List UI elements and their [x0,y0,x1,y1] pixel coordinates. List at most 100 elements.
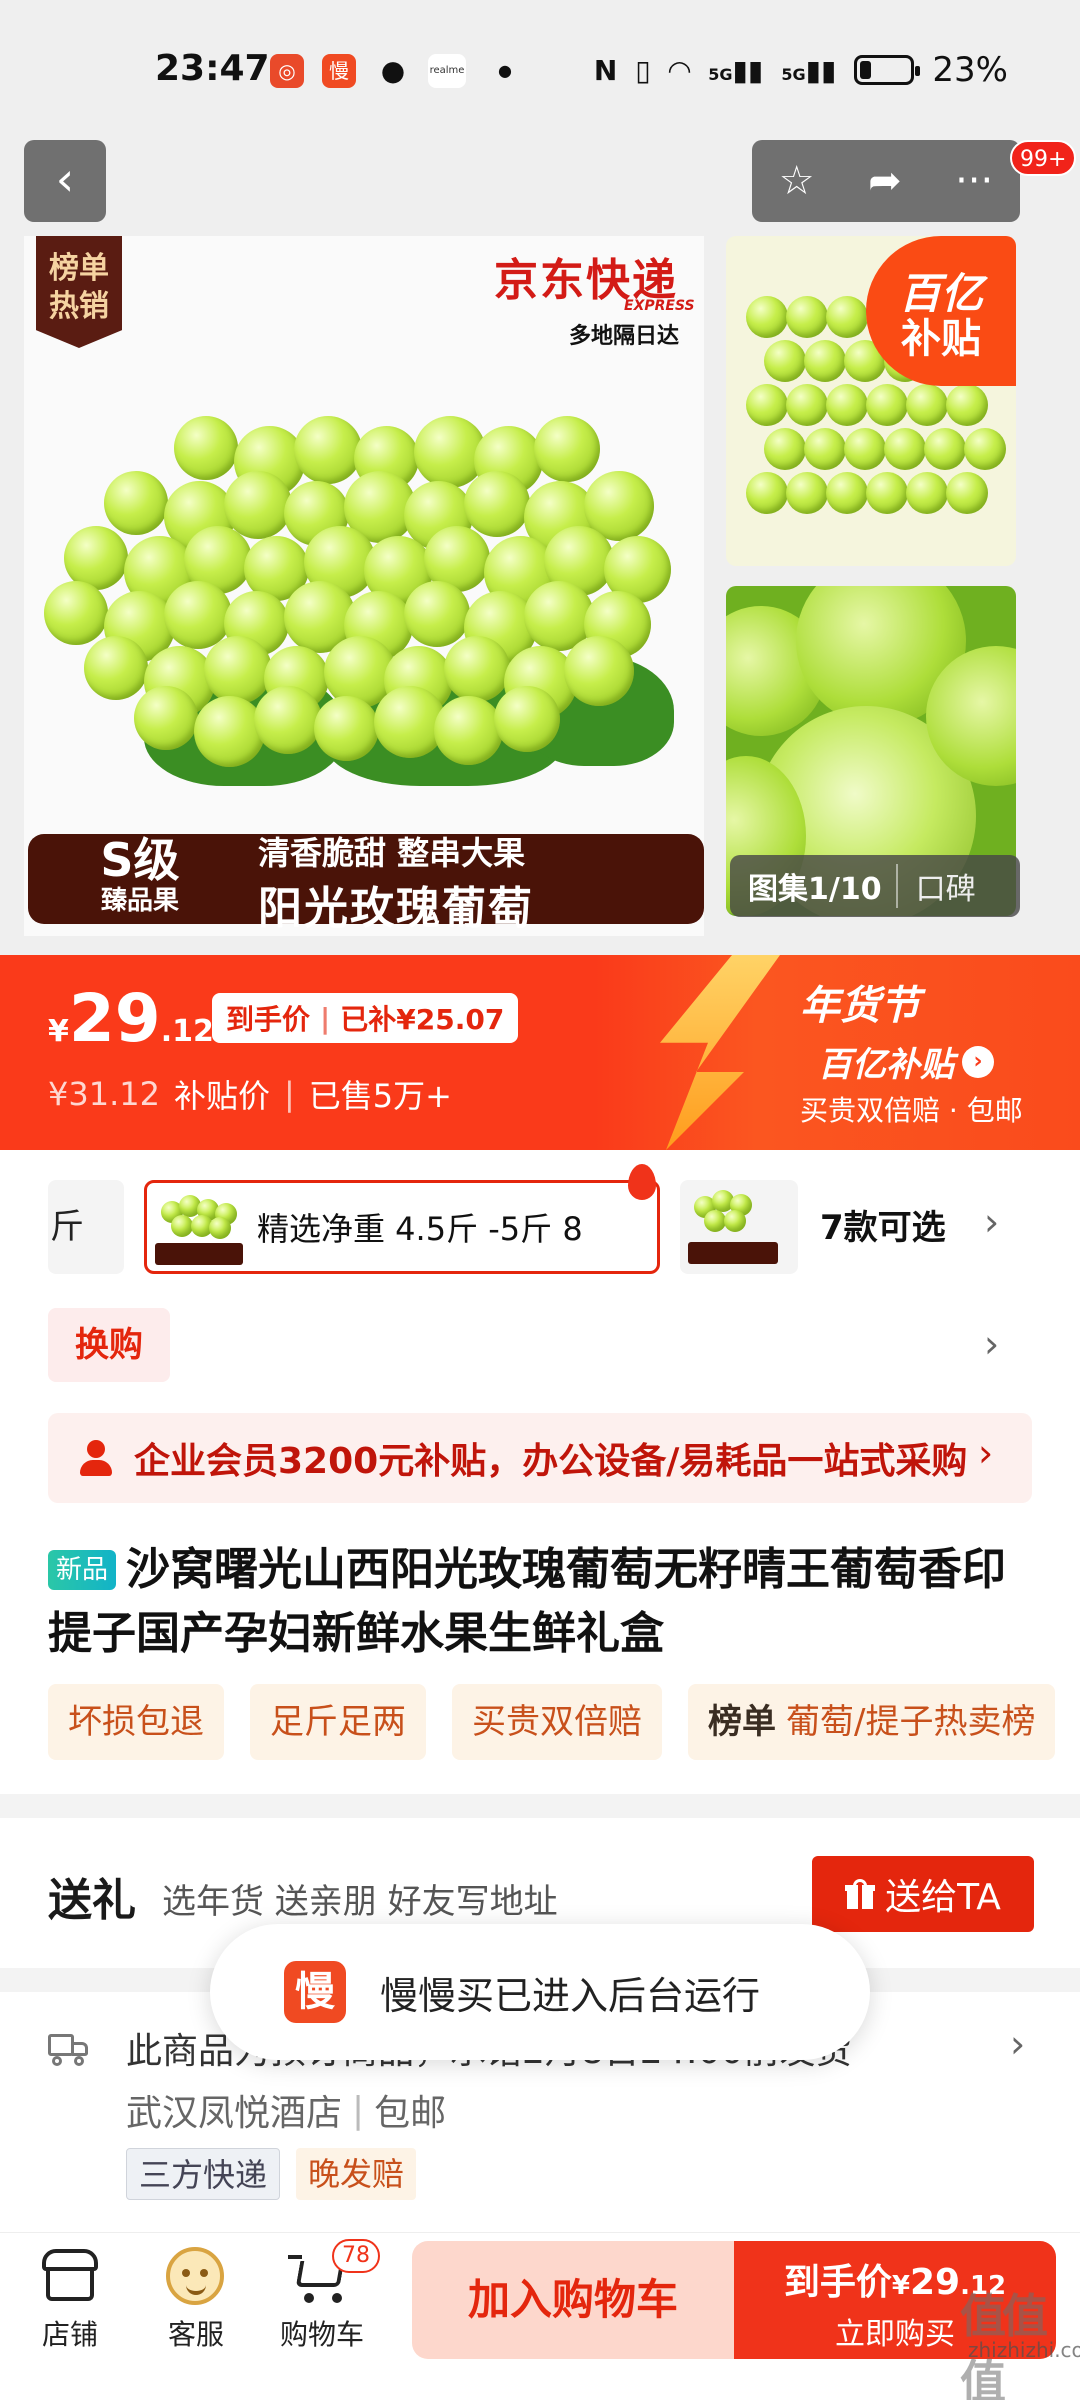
service-tag[interactable]: 足斤足两 [250,1684,426,1760]
grape-berry [826,296,868,338]
sku-option-next[interactable] [680,1180,798,1274]
sku-count-label[interactable]: 7款可选 [820,1200,946,1249]
send-gift-button[interactable]: 送给TA [812,1856,1034,1932]
chevron-right-icon[interactable]: › [984,1322,999,1366]
festival-label: 年货节 [800,983,920,1029]
sold-count: 已售5万+ [308,1077,452,1115]
truck-icon [48,2034,90,2068]
late-delivery-compensation-tag: 晚发赔 [296,2148,417,2200]
service-tag[interactable]: 买贵双倍赔 [452,1684,662,1760]
billion-subsidy-logo: 百亿 补贴 [866,236,1016,386]
promo-guarantee: 买贵双倍赔 · 包邮 [800,1094,1023,1127]
grape-berry [804,428,846,470]
grape-berry [464,471,530,537]
grape-berry [746,384,788,426]
price-banner: ¥29.12 到手价 | 已补¥25.07 ¥31.12 补贴价 | 已售5万+ 年… [0,955,1080,1150]
sku-selector[interactable]: 斤 精选净重 4.5斤 -5斤 8 7款可选 › [0,1164,1080,1280]
final-price-tag: 到手价 | 已补¥25.07 [212,993,519,1043]
sku-option-selected[interactable]: 精选净重 4.5斤 -5斤 8 [144,1180,660,1274]
wechat-icon: ● [376,54,410,88]
chevron-right-icon[interactable]: › [984,1200,999,1244]
background-toast: 慢 慢慢买已进入后台运行 [210,1924,870,2060]
jd-express-sub: 多地隔日达 [569,324,680,349]
subsidy-price-label: 补贴价 [173,1077,270,1115]
add-to-cart-button[interactable]: 加入购物车 [412,2241,734,2359]
grape-berry [224,471,292,539]
slow-buy-app-icon: 慢 [322,54,356,88]
product-banner: S级 臻品果 清香脆甜 整串大果 阳光玫瑰葡萄 [28,834,704,934]
third-party-express-tag: 三方快递 [126,2148,281,2200]
shipping-origin: 武汉凤悦酒店 | 包邮 [126,2084,446,2136]
signal-icon-2: 5G▮▮ [781,53,837,87]
chevron-right-icon[interactable]: › [1010,2022,1025,2066]
grape-berry [44,581,108,645]
grape-berry [946,472,988,514]
message-badge: 99+ [1010,140,1077,176]
jd-express-en: EXPRESS [624,298,695,314]
sku-thumbnail [149,1185,249,1269]
grape-berry [866,472,908,514]
dot-icon: ● [498,61,512,80]
section-divider [0,1794,1080,1818]
share-button[interactable]: ➦ [868,158,902,204]
exchange-button[interactable]: 换购 [48,1308,170,1382]
toast-message: 慢慢买已进入后台运行 [380,1973,761,2018]
ship-from-store: 武汉凤悦酒店 [126,2093,343,2134]
exchange-row[interactable]: 换购 › [0,1308,1080,1388]
watermark-text: zhizhizhi.com [968,2338,1080,2362]
price-info-line: ¥31.12 补贴价 | 已售5万+ [48,1071,452,1117]
banner-product-name: 阳光玫瑰葡萄 [258,883,534,934]
side-image-1[interactable]: 百亿 补贴 [726,236,1016,566]
gift-icon [845,1879,876,1909]
grape-berry [294,416,362,484]
grape-berry [564,636,634,706]
service-tag[interactable]: 坏损包退 [48,1684,224,1760]
grape-berry [444,636,510,702]
signal-icon: 5G▮▮ [708,53,764,87]
chevron-right-circle-icon: › [962,1045,994,1078]
enterprise-member-banner[interactable]: 企业会员3200元补贴，办公设备/易耗品一站式采购 › [48,1413,1032,1503]
favorite-button[interactable]: ☆ [779,158,815,204]
customer-service-icon [166,2247,224,2305]
gallery-counter[interactable]: 图集1/10 口碑 [730,855,1020,917]
grape-berry [906,472,948,514]
grape-berry [434,696,503,765]
grape-berry [746,472,788,514]
grape-berry [804,340,846,382]
cart-count-badge: 78 [332,2239,380,2273]
grape-berry [746,296,788,338]
grape-berry [826,472,868,514]
more-button[interactable]: ··· [955,158,993,204]
vibrate-icon: ▯ [635,53,651,87]
chevron-right-icon: › [978,1431,994,1475]
subsidy-promo-link[interactable]: 百亿补贴 › [818,1037,994,1086]
grape-berry [866,384,908,426]
grape-berry [884,428,926,470]
product-gallery[interactable]: 榜单热销 京东快递 EXPRESS 多地隔日达 S级 臻品果 清香脆甜 整串大果… [0,140,1080,955]
user-icon [74,1436,118,1480]
sku-option-prev[interactable]: 斤 [48,1180,124,1274]
grape-berry [534,416,600,482]
store-icon [42,2249,98,2303]
status-indicators: N ▯ ◠ 5G▮▮ 5G▮▮ 23% [594,50,1008,90]
ranking-tag[interactable]: 榜单 葡萄/提子热卖榜 [688,1684,1056,1760]
reviews-tab[interactable]: 口碑 [898,864,976,908]
grape-berry [314,696,379,761]
main-product-image[interactable]: 榜单热销 京东快递 EXPRESS 多地隔日达 S级 臻品果 清香脆甜 整串大果… [24,236,704,936]
new-product-tag: 新品 [48,1550,117,1590]
lightning-decoration [660,955,780,1150]
rank-hot-tag: 榜单热销 [36,236,122,348]
bottom-action-bar: 店铺 客服 78 购物车 加入购物车 到手价¥29.12 立即购买 [0,2232,1080,2400]
customer-service-button[interactable]: 客服 [146,2243,246,2353]
nfc-icon: N [593,53,618,87]
store-button[interactable]: 店铺 [20,2243,120,2353]
battery-percent: 23% [932,50,1008,90]
star-icon: ☆ [778,158,815,204]
service-tags[interactable]: 坏损包退 足斤足两 买贵双倍赔 榜单 葡萄/提子热卖榜 [48,1684,1056,1760]
back-button[interactable]: ‹ [24,140,106,222]
gift-subtitle: 选年货 送亲朋 好友写地址 [162,1882,558,1922]
cart-button[interactable]: 78 购物车 [272,2239,380,2353]
header-actions: ☆ ➦ ··· [752,140,1020,222]
grape-berry [764,340,806,382]
grape-berry [204,636,272,704]
